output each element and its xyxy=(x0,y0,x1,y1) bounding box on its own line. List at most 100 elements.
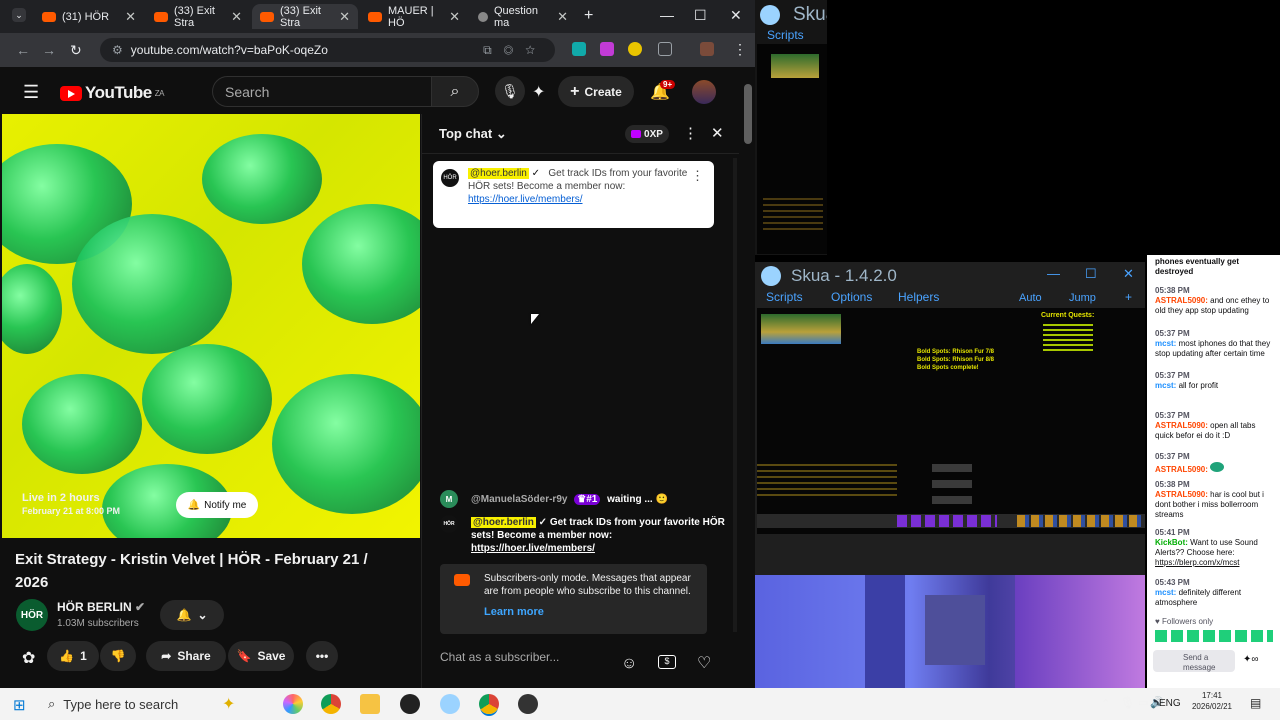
chrome-menu-icon[interactable]: ⋮ xyxy=(733,41,747,58)
create-button[interactable]: + Create xyxy=(558,76,634,107)
search-button[interactable]: ⌕ xyxy=(431,76,479,107)
scrollbar-thumb[interactable] xyxy=(744,84,752,144)
blerp-link[interactable]: https://blerp.com/x/mcst xyxy=(1155,558,1239,567)
share-button[interactable]: ➦ Share xyxy=(146,641,226,671)
page-scrollbar[interactable] xyxy=(741,72,755,688)
maximize-icon[interactable]: ☐ xyxy=(1085,266,1097,282)
tab-close-icon[interactable]: ✕ xyxy=(125,9,136,25)
chat-input[interactable]: Chat as a subscriber... xyxy=(440,650,610,664)
notify-me-button[interactable]: 🔔 Notify me xyxy=(176,492,258,518)
forward-icon[interactable]: → xyxy=(42,42,56,58)
extensions-puzzle-icon[interactable] xyxy=(658,42,672,56)
search-input[interactable]: Search xyxy=(212,76,431,107)
close-window-icon[interactable]: ✕ xyxy=(730,7,742,24)
emote-bar[interactable] xyxy=(1155,630,1273,642)
skill-icons[interactable] xyxy=(897,515,997,527)
network-icon[interactable]: ▭ xyxy=(1138,696,1148,709)
file-explorer-icon[interactable] xyxy=(360,694,380,714)
channel-name[interactable]: HÖR BERLIN ✔ xyxy=(57,600,145,614)
tray-chevron-icon[interactable]: ⌃ xyxy=(1101,697,1110,710)
chat-mode-dropdown[interactable]: Top chat ⌄ xyxy=(439,126,507,142)
close-chat-icon[interactable]: ✕ xyxy=(711,124,724,142)
notification-settings-button[interactable]: 🔔 ⌄ xyxy=(160,600,224,630)
copilot-icon[interactable] xyxy=(283,694,303,714)
language-indicator[interactable]: ENG xyxy=(1159,698,1181,709)
tab-3-active[interactable]: (33) Exit Stra ✕ xyxy=(252,4,358,29)
windows-start-icon[interactable]: ⊞ xyxy=(13,696,26,714)
toolbar-icons[interactable] xyxy=(1017,515,1143,527)
save-button[interactable]: 🔖 Save xyxy=(228,641,294,671)
menu-helpers[interactable]: Helpers xyxy=(898,290,939,304)
youtube-logo[interactable]: YouTube ZA xyxy=(60,83,164,103)
chat-more-icon[interactable]: ⋮ xyxy=(683,124,698,142)
minimize-icon[interactable]: — xyxy=(660,7,674,23)
video-frame-blob xyxy=(302,204,420,324)
twitch-message: 05:37 PM mcst: most iphones do that they … xyxy=(1155,329,1271,358)
member-link[interactable]: https://hoer.live/members/ xyxy=(468,194,583,205)
account-avatar[interactable] xyxy=(692,80,716,104)
tab-search-icon[interactable]: ⌄ xyxy=(12,8,26,22)
learn-more-link[interactable]: Learn more xyxy=(484,606,697,619)
skua-logo-icon xyxy=(760,5,780,25)
voice-search-button[interactable]: 🎙 xyxy=(495,76,525,106)
action-bar[interactable] xyxy=(757,514,1145,528)
share-icon: ➦ xyxy=(161,649,172,663)
chat-scrollbar[interactable] xyxy=(733,158,737,632)
tab-close-icon[interactable]: ✕ xyxy=(557,9,568,25)
game-controller-icon[interactable]: ✦ xyxy=(532,82,545,102)
video-player[interactable] xyxy=(2,114,420,538)
tab-close-icon[interactable]: ✕ xyxy=(449,9,460,25)
like-button[interactable]: 👍 1 xyxy=(47,641,99,671)
notifications-icon[interactable]: ▤ xyxy=(1250,696,1261,710)
more-actions-button[interactable]: ••• xyxy=(306,641,338,671)
add-button[interactable]: + xyxy=(1125,290,1132,304)
chrome-icon[interactable] xyxy=(321,694,341,714)
emoji-picker-icon[interactable]: ☺ xyxy=(621,655,637,673)
gift-icon[interactable]: ✿ xyxy=(22,648,35,668)
obs-icon[interactable] xyxy=(400,694,420,714)
tab-4[interactable]: MAUER | HÖ ✕ xyxy=(360,4,468,29)
channel-avatar[interactable]: HÖR xyxy=(16,599,48,631)
auto-button[interactable]: Auto xyxy=(1019,292,1042,304)
omnibox-actions-icon[interactable]: ⧉◎☆ xyxy=(483,43,547,58)
member-link[interactable]: https://hoer.live/members/ xyxy=(471,543,595,554)
tab-5[interactable]: Question ma ✕ xyxy=(470,4,576,29)
skua-game-view[interactable]: Current Quests: Bold Spots: Rhison Fur 7… xyxy=(757,308,1145,534)
tab-2[interactable]: (33) Exit Stra ✕ xyxy=(146,4,250,29)
menu-options[interactable]: Options xyxy=(831,290,872,304)
profile-avatar[interactable] xyxy=(700,42,714,56)
globe-favicon-icon xyxy=(478,11,488,22)
chrome-active-icon[interactable] xyxy=(479,694,499,714)
new-tab-icon[interactable]: + xyxy=(584,7,593,25)
reload-icon[interactable]: ↻ xyxy=(70,42,82,59)
skua-app-icon[interactable] xyxy=(440,694,460,714)
taskbar-search[interactable]: ⌕ Type here to search xyxy=(40,691,270,717)
maximize-icon[interactable]: ☐ xyxy=(694,7,707,24)
app-icon[interactable] xyxy=(518,694,538,714)
send-message-input[interactable]: Send a message xyxy=(1153,650,1235,672)
close-icon[interactable]: ✕ xyxy=(1123,266,1134,282)
minimize-icon[interactable]: — xyxy=(1047,266,1060,281)
tab-close-icon[interactable]: ✕ xyxy=(339,9,350,25)
extension-1-icon[interactable] xyxy=(572,42,586,56)
pinned-more-icon[interactable]: ⋮ xyxy=(691,169,704,182)
extension-2-icon[interactable] xyxy=(600,42,614,56)
hamburger-menu-icon[interactable]: ☰ xyxy=(23,82,39,103)
microphone-icon[interactable]: 🎙 xyxy=(1120,696,1135,710)
search-icon: ⌕ xyxy=(450,82,460,100)
heart-icon[interactable]: ♡ xyxy=(697,653,711,673)
jump-button[interactable]: Jump xyxy=(1069,292,1096,304)
chat-settings-icon[interactable]: ✦∞ xyxy=(1243,655,1259,665)
dislike-button[interactable]: 👎 xyxy=(100,641,136,671)
xp-badge[interactable]: 0XP xyxy=(625,125,669,143)
site-info-icon[interactable]: ⚙ xyxy=(112,43,123,57)
thumbs-down-icon: 👎 xyxy=(110,649,126,663)
address-bar[interactable]: ⚙ youtube.com/watch?v=baPoK-oqeZo ⧉◎☆ xyxy=(100,38,555,62)
back-icon[interactable]: ← xyxy=(16,42,30,58)
tab-close-icon[interactable]: ✕ xyxy=(231,9,242,25)
super-chat-icon[interactable]: $ xyxy=(658,655,676,669)
tab-1[interactable]: (31) HÖR ✕ xyxy=(34,4,144,29)
extension-3-icon[interactable] xyxy=(628,42,642,56)
menu-scripts[interactable]: Scripts xyxy=(766,290,803,304)
taskbar-clock[interactable]: 17:41 2026/02/21 xyxy=(1186,690,1238,712)
